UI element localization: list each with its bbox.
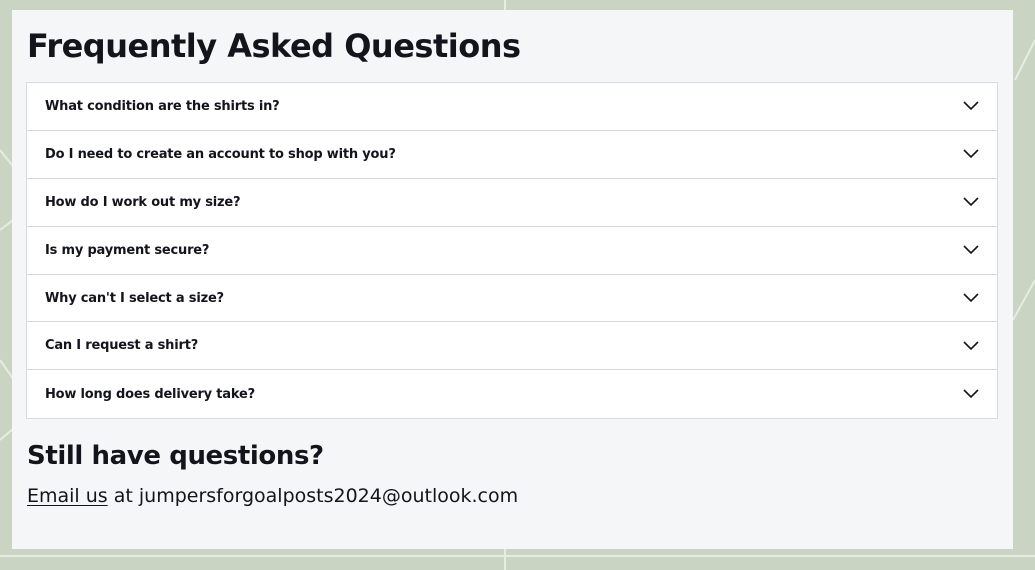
faq-question: What condition are the shirts in?: [45, 98, 280, 114]
faq-question: How do I work out my size?: [45, 194, 241, 210]
still-have-questions-heading: Still have questions?: [27, 441, 324, 471]
faq-item[interactable]: Do I need to create an account to shop w…: [27, 131, 997, 179]
faq-panel: Frequently Asked Questions What conditio…: [12, 10, 1013, 549]
chevron-down-icon: [963, 146, 979, 162]
faq-question: Can I request a shirt?: [45, 338, 199, 354]
contact-connector: at: [107, 485, 139, 507]
faq-question: Why can't I select a size?: [45, 290, 224, 306]
chevron-down-icon: [963, 386, 979, 402]
faq-title: Frequently Asked Questions: [27, 27, 521, 65]
faq-item[interactable]: What condition are the shirts in?: [27, 83, 997, 131]
faq-question: Do I need to create an account to shop w…: [45, 146, 396, 162]
chevron-down-icon: [963, 242, 979, 258]
faq-item[interactable]: How long does delivery take?: [27, 370, 997, 418]
faq-item[interactable]: Can I request a shirt?: [27, 322, 997, 371]
chevron-down-icon: [963, 338, 979, 354]
chevron-down-icon: [963, 290, 979, 306]
email-us-link[interactable]: Email us: [27, 485, 108, 507]
faq-accordion: What condition are the shirts in? Do I n…: [26, 82, 998, 420]
contact-line: Email us at jumpersforgoalposts2024@outl…: [27, 482, 518, 510]
faq-question: Is my payment secure?: [45, 242, 210, 258]
chevron-down-icon: [963, 98, 979, 114]
email-address: jumpersforgoalposts2024@outlook.com: [138, 485, 519, 507]
faq-item[interactable]: Why can't I select a size?: [27, 275, 997, 323]
faq-item[interactable]: Is my payment secure?: [27, 227, 997, 275]
faq-item[interactable]: How do I work out my size?: [27, 179, 997, 227]
chevron-down-icon: [963, 194, 979, 210]
faq-question: How long does delivery take?: [45, 386, 255, 402]
